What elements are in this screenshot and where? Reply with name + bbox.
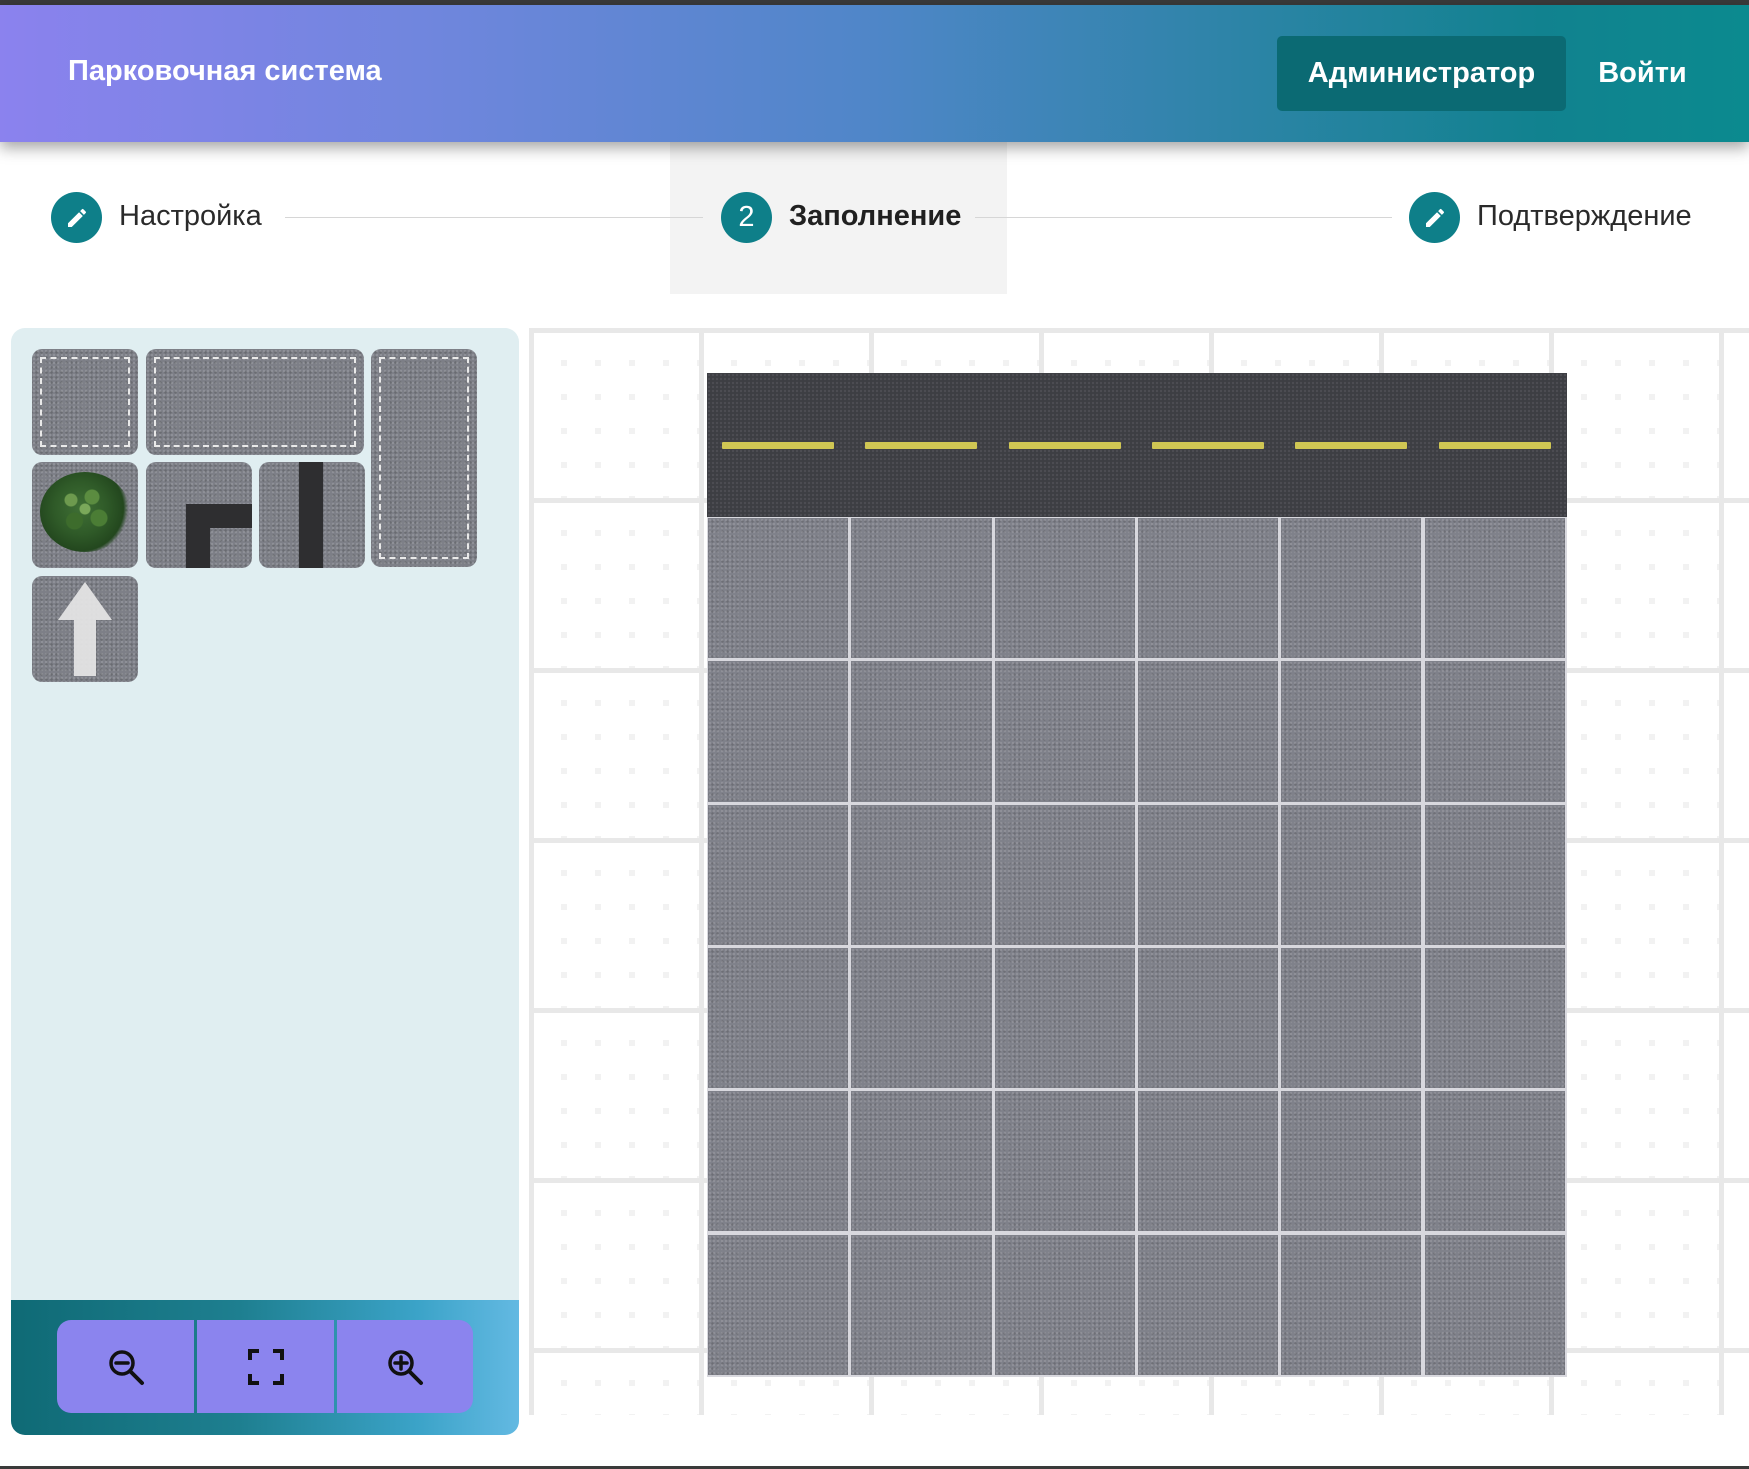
bush-icon	[40, 472, 130, 552]
step-2-number-badge[interactable]: 2	[721, 192, 772, 243]
lane-dash	[865, 442, 978, 449]
parking-cells	[707, 517, 1567, 1377]
lane-dash	[722, 442, 834, 449]
map-cell[interactable]	[708, 661, 849, 802]
map-cell[interactable]	[1281, 804, 1422, 945]
parking-map[interactable]	[707, 373, 1567, 1377]
map-cell[interactable]	[1137, 518, 1279, 659]
map-cell[interactable]	[1137, 1234, 1279, 1375]
map-cell[interactable]	[1281, 1234, 1422, 1375]
fit-screen-icon	[247, 1348, 284, 1385]
pencil-icon	[67, 208, 86, 227]
map-cell[interactable]	[1281, 947, 1422, 1089]
step-label-filling[interactable]: Заполнение	[789, 200, 961, 233]
map-cell[interactable]	[851, 518, 992, 659]
wall-vertical-icon	[299, 462, 323, 568]
tile-parking-spot-tall[interactable]	[371, 349, 477, 567]
lane-dash	[1295, 442, 1408, 449]
lane-dash	[1151, 442, 1264, 449]
map-cell[interactable]	[851, 1234, 992, 1375]
pencil-icon	[1425, 208, 1444, 227]
zoom-in-icon	[388, 1349, 423, 1385]
tile-bush[interactable]	[32, 462, 138, 568]
step-connector	[975, 217, 1392, 218]
map-cell[interactable]	[708, 1091, 849, 1232]
map-cell[interactable]	[1281, 661, 1422, 802]
map-cell[interactable]	[994, 1234, 1135, 1375]
step-3-pencil-icon[interactable]	[1409, 192, 1460, 243]
map-cell[interactable]	[1281, 1091, 1422, 1232]
tile-palette	[11, 328, 519, 1435]
wall-corner-horizontal	[186, 504, 252, 528]
map-cell[interactable]	[994, 947, 1135, 1089]
admin-button[interactable]: Администратор	[1277, 36, 1566, 111]
login-button[interactable]: Войти	[1580, 36, 1705, 111]
step-label-settings[interactable]: Настройка	[119, 200, 262, 233]
parking-spot-outline	[379, 357, 469, 559]
fit-screen-button[interactable]	[197, 1320, 334, 1413]
map-cell[interactable]	[1424, 661, 1565, 802]
tile-parking-spot-small[interactable]	[32, 349, 138, 455]
map-cell[interactable]	[851, 1091, 992, 1232]
tile-parking-spot-wide[interactable]	[146, 349, 364, 455]
step-1-pencil-icon[interactable]	[51, 192, 102, 243]
map-cell[interactable]	[1424, 1091, 1565, 1232]
map-cell[interactable]	[1424, 804, 1565, 945]
zoom-in-button[interactable]	[337, 1320, 473, 1413]
tile-arrow-up[interactable]	[32, 576, 138, 682]
map-cell[interactable]	[851, 947, 992, 1089]
zoom-toolbar	[11, 1300, 519, 1435]
step-connector	[285, 217, 703, 218]
map-cell[interactable]	[994, 661, 1135, 802]
app-title: Парковочная система	[68, 55, 382, 87]
arrow-up-icon	[58, 582, 112, 676]
app-bar: Парковочная система Администратор Войти	[0, 5, 1749, 142]
zoom-button-group	[57, 1320, 473, 1413]
map-cell[interactable]	[994, 804, 1135, 945]
zoom-out-icon	[108, 1349, 144, 1385]
map-cell[interactable]	[708, 947, 849, 1089]
map-cell[interactable]	[1137, 947, 1279, 1089]
lane-dash	[1008, 442, 1121, 449]
map-cell[interactable]	[994, 518, 1135, 659]
zoom-out-button[interactable]	[57, 1320, 194, 1413]
road	[707, 373, 1567, 517]
map-cell[interactable]	[1137, 804, 1279, 945]
map-cell[interactable]	[708, 1234, 849, 1375]
parking-spot-outline	[40, 357, 130, 447]
map-cell[interactable]	[1424, 1234, 1565, 1375]
lane-dash	[1438, 442, 1551, 449]
map-cell[interactable]	[994, 1091, 1135, 1232]
map-cell[interactable]	[708, 804, 849, 945]
map-cell[interactable]	[1424, 518, 1565, 659]
map-cell[interactable]	[1424, 947, 1565, 1089]
tile-wall-corner[interactable]	[146, 462, 252, 568]
map-cell[interactable]	[1281, 518, 1422, 659]
map-cell[interactable]	[708, 518, 849, 659]
tile-wall-vertical[interactable]	[259, 462, 365, 568]
map-cell[interactable]	[851, 661, 992, 802]
parking-spot-outline	[154, 357, 356, 447]
map-cell[interactable]	[1137, 1091, 1279, 1232]
map-cell[interactable]	[1137, 661, 1279, 802]
stepper: Настройка 2 Заполнение Подтверждение	[0, 142, 1749, 294]
map-cell[interactable]	[851, 804, 992, 945]
step-label-confirmation[interactable]: Подтверждение	[1477, 200, 1692, 233]
